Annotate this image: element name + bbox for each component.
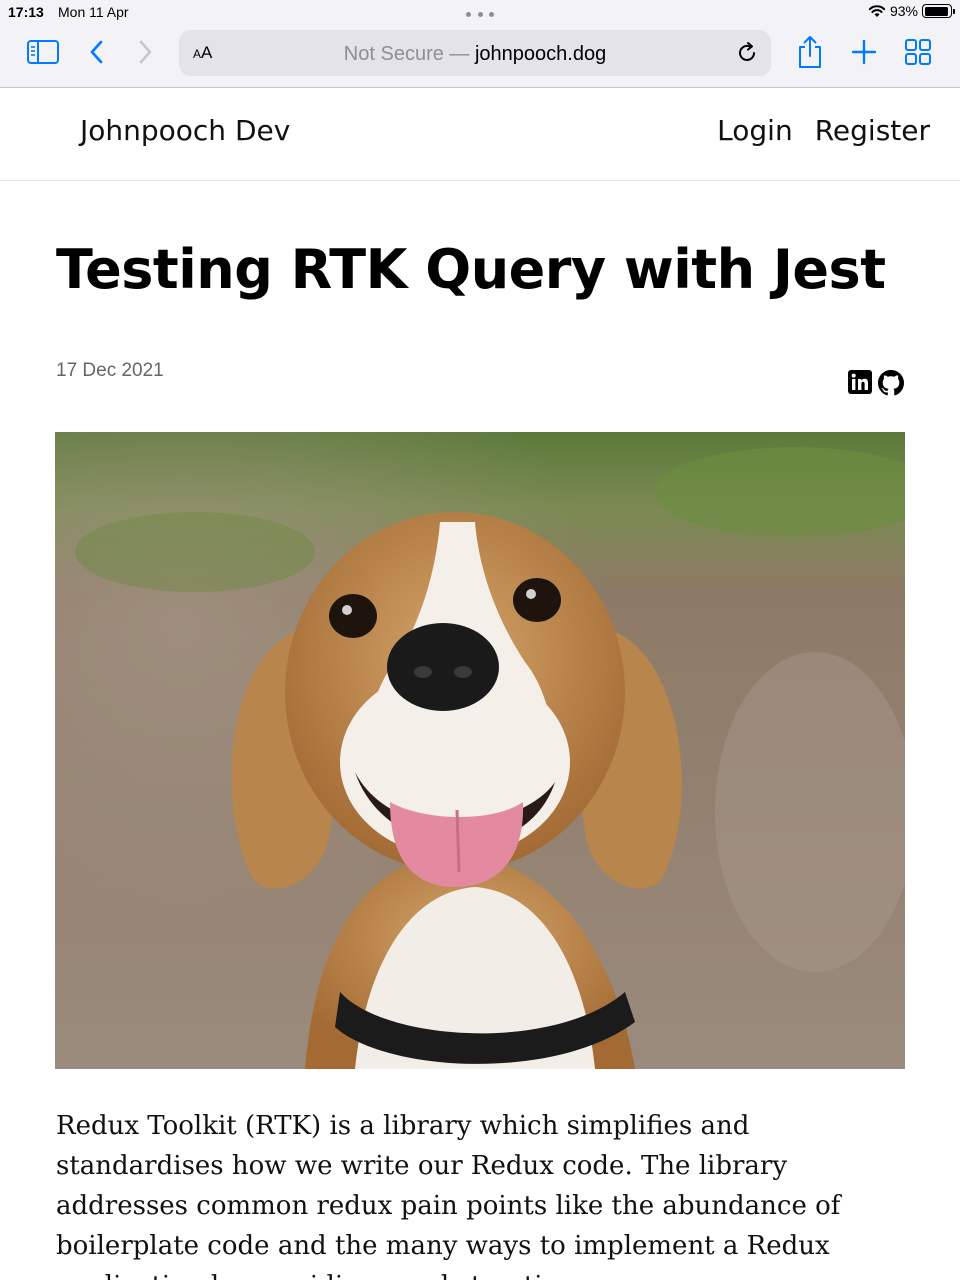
status-time: 17:13 <box>8 4 44 20</box>
multitasking-dots-icon[interactable] <box>466 12 494 18</box>
browser-toolbar: AA Not Secure — johnpooch.dog <box>0 24 960 88</box>
login-link[interactable]: Login <box>717 114 793 147</box>
article-hero-image <box>55 432 905 1069</box>
beagle-photo <box>55 432 905 1069</box>
share-icon[interactable] <box>795 34 825 70</box>
article-intro-paragraph: Redux Toolkit (RTK) is a library which s… <box>56 1111 841 1280</box>
address-bar[interactable]: AA Not Secure — johnpooch.dog <box>179 30 771 76</box>
status-indicators: 93% <box>868 3 955 19</box>
site-header: Johnpooch Dev Login Register <box>0 88 960 181</box>
tabs-overview-icon[interactable] <box>904 38 932 66</box>
site-brand-link[interactable]: Johnpooch Dev <box>80 114 290 147</box>
status-bar: 17:13 Mon 11 Apr 93% <box>0 0 960 24</box>
social-links <box>848 370 904 396</box>
new-tab-icon[interactable] <box>850 38 878 66</box>
register-link[interactable]: Register <box>815 114 930 147</box>
github-icon[interactable] <box>878 370 904 396</box>
reload-icon[interactable] <box>735 41 759 70</box>
battery-percent: 93% <box>889 3 918 19</box>
sidebar-icon[interactable] <box>26 38 60 66</box>
battery-icon <box>922 4 955 18</box>
linkedin-icon[interactable] <box>848 370 872 394</box>
auth-nav: Login Register <box>717 114 930 147</box>
forward-icon[interactable] <box>134 38 156 66</box>
wifi-icon <box>868 5 886 17</box>
url-host: johnpooch.dog <box>474 43 607 65</box>
status-date: Mon 11 Apr <box>58 4 129 20</box>
post-date: 17 Dec 2021 <box>56 360 164 381</box>
security-label: Not Secure — <box>343 43 470 65</box>
article-title: Testing RTK Query with Jest <box>56 238 886 301</box>
url-display[interactable]: Not Secure — johnpooch.dog <box>179 43 771 66</box>
back-icon[interactable] <box>86 38 108 66</box>
